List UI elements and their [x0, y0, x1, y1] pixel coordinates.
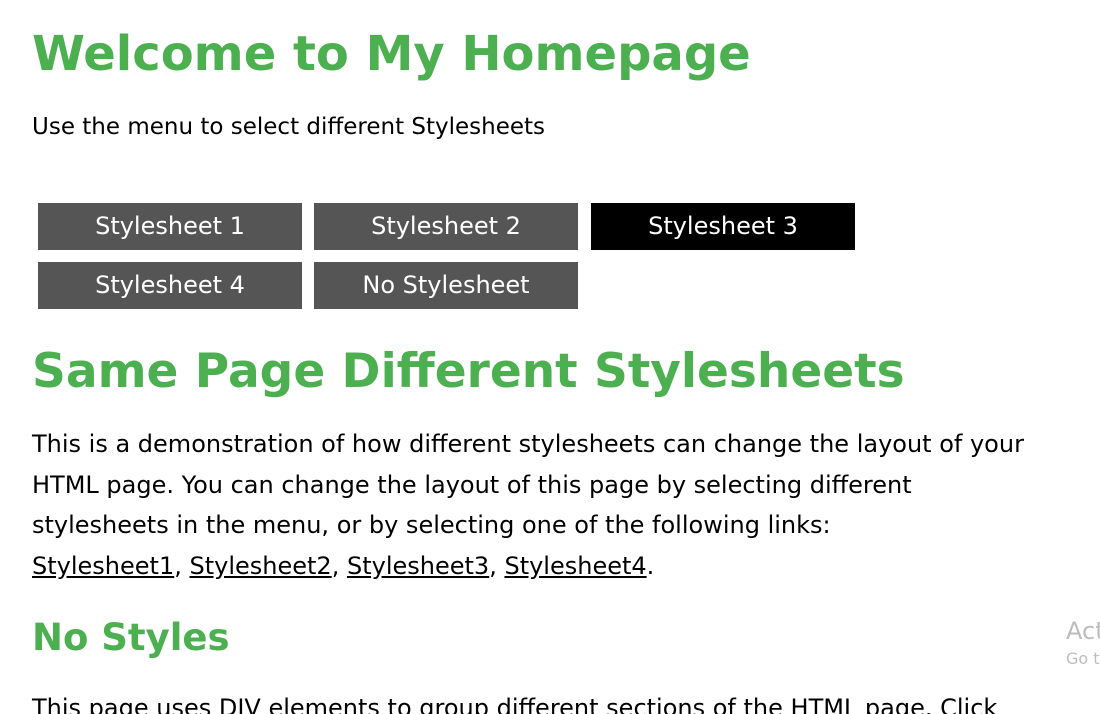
intro-paragraph: This is a demonstration of how different…	[32, 424, 1092, 586]
menu-button-stylesheet-1[interactable]: Stylesheet 1	[38, 203, 302, 250]
paragraph-links-line: Stylesheet1, Stylesheet2, Stylesheet3, S…	[32, 546, 1092, 587]
page: Welcome to My Homepage Use the menu to s…	[0, 0, 1100, 714]
paragraph-line-2: HTML page. You can change the layout of …	[32, 470, 912, 499]
link-separator: ,	[174, 551, 190, 580]
intro-text: Use the menu to select different Stylesh…	[32, 114, 546, 140]
watermark-line-2: Go t	[1066, 649, 1100, 668]
menu-button-stylesheet-2[interactable]: Stylesheet 2	[314, 203, 578, 250]
link-separator: ,	[489, 551, 505, 580]
page-title: Welcome to My Homepage	[32, 26, 751, 82]
link-stylesheet2[interactable]: Stylesheet2	[189, 552, 331, 580]
menu-button-stylesheet-3[interactable]: Stylesheet 3	[591, 203, 855, 250]
section-heading-main: Same Page Different Stylesheets	[32, 344, 905, 399]
link-stylesheet4[interactable]: Stylesheet4	[504, 552, 646, 580]
link-stylesheet3[interactable]: Stylesheet3	[347, 552, 489, 580]
watermark-line-1: Act	[1066, 617, 1100, 645]
paragraph-line-1: This is a demonstration of how different…	[32, 430, 1024, 458]
menu-button-stylesheet-4[interactable]: Stylesheet 4	[38, 262, 302, 309]
link-separator: ,	[331, 551, 347, 580]
section-text: This page uses DIV elements to group dif…	[32, 694, 998, 714]
section-heading-no-styles: No Styles	[32, 616, 230, 659]
paragraph-end-period: .	[646, 551, 655, 580]
menu-button-no-stylesheet[interactable]: No Stylesheet	[314, 262, 578, 309]
activation-watermark: Act Go t	[1066, 614, 1100, 670]
link-stylesheet1[interactable]: Stylesheet1	[32, 552, 174, 580]
paragraph-line-3: stylesheets in the menu, or by selecting…	[32, 511, 831, 539]
